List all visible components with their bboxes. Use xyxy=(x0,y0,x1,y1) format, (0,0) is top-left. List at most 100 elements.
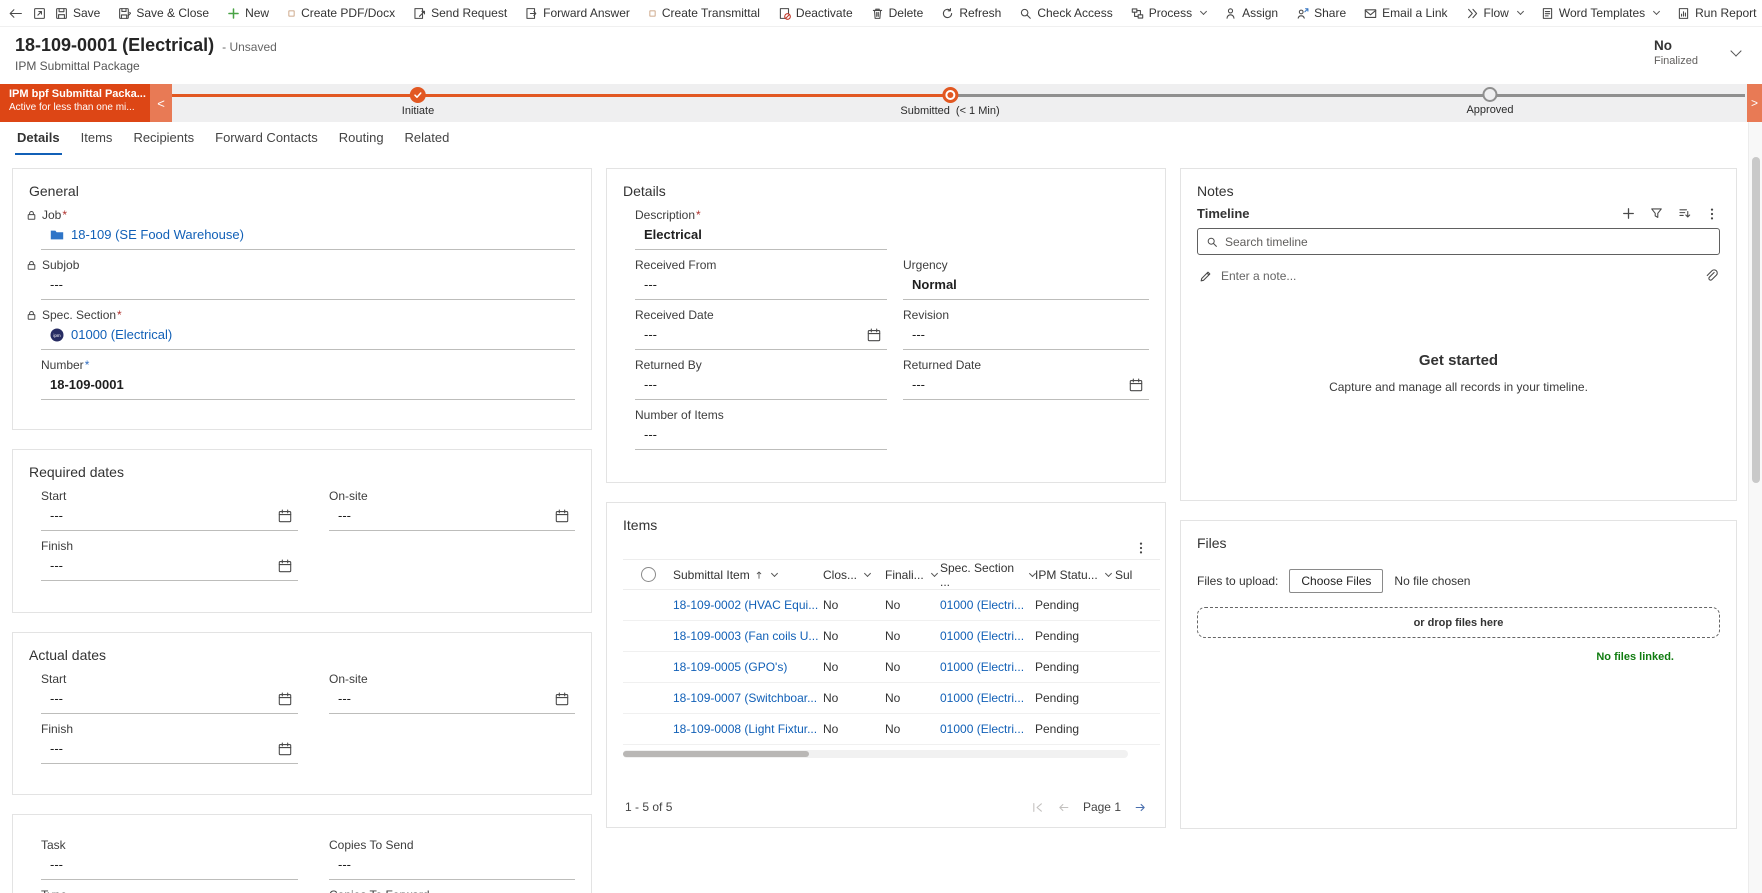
choose-files-button[interactable]: Choose Files xyxy=(1289,569,1384,593)
actual-finish-date-input[interactable]: --- xyxy=(41,739,298,764)
calendar-icon[interactable] xyxy=(867,328,881,342)
check-access-button[interactable]: Check Access xyxy=(1010,0,1121,26)
paperclip-icon[interactable] xyxy=(1704,269,1718,283)
note-entry-row[interactable] xyxy=(1197,266,1720,286)
table-row[interactable]: 18-109-0003 (Fan coils U... No No 01000 … xyxy=(623,621,1160,652)
actual-start-date-input[interactable]: --- xyxy=(41,689,298,714)
spec-section-link[interactable]: 01000 (Electri... xyxy=(940,722,1035,736)
new-button[interactable]: New xyxy=(218,0,278,26)
task-value[interactable]: --- xyxy=(41,855,298,880)
grid-horizontal-scrollbar[interactable] xyxy=(623,750,1128,758)
returned-date-input[interactable]: --- xyxy=(903,375,1149,400)
table-row[interactable]: 18-109-0005 (GPO's) No No 01000 (Electri… xyxy=(623,652,1160,683)
column-header-submittal-item[interactable]: Submittal Item xyxy=(673,568,823,582)
calendar-icon[interactable] xyxy=(555,692,569,706)
bpf-scroll-right-button[interactable]: > xyxy=(1747,84,1762,122)
run-report-button[interactable]: Run Report xyxy=(1668,0,1762,26)
submittal-item-link[interactable]: 18-109-0003 (Fan coils U... xyxy=(673,629,823,643)
required-onsite-date-input[interactable]: --- xyxy=(329,506,575,531)
returned-by-value[interactable]: --- xyxy=(635,375,887,400)
column-header-finalized[interactable]: Finali... xyxy=(885,568,940,582)
more-options-icon[interactable] xyxy=(1706,207,1718,221)
calendar-icon[interactable] xyxy=(278,509,292,523)
share-button[interactable]: Share xyxy=(1287,0,1355,26)
bpf-name-box[interactable]: IPM bpf Submittal Packa... Active for le… xyxy=(0,84,150,122)
bpf-collapse-button[interactable]: < xyxy=(150,84,172,122)
bpf-stage-submitted[interactable]: Submitted (< 1 Min) xyxy=(900,87,1000,117)
calendar-icon[interactable] xyxy=(278,559,292,573)
tab-routing[interactable]: Routing xyxy=(337,122,386,155)
calendar-icon[interactable] xyxy=(278,742,292,756)
submittal-item-link[interactable]: 18-109-0008 (Light Fixtur... xyxy=(673,722,823,736)
number-of-items-value[interactable]: --- xyxy=(635,425,887,450)
popout-button[interactable] xyxy=(33,0,46,26)
back-button[interactable] xyxy=(8,0,23,26)
calendar-icon[interactable] xyxy=(1129,378,1143,392)
page-vertical-scrollbar[interactable] xyxy=(1748,122,1762,893)
calendar-icon[interactable] xyxy=(278,692,292,706)
tab-related[interactable]: Related xyxy=(403,122,452,155)
assign-button[interactable]: Assign xyxy=(1215,0,1287,26)
job-lookup-value[interactable]: 18-109 (SE Food Warehouse) xyxy=(41,225,575,250)
column-header-submitted[interactable]: Sul xyxy=(1115,568,1160,582)
table-row[interactable]: 18-109-0002 (HVAC Equi... No No 01000 (E… xyxy=(623,590,1160,621)
next-page-icon[interactable] xyxy=(1134,801,1147,814)
submittal-item-link[interactable]: 18-109-0007 (Switchboar... xyxy=(673,691,823,705)
submittal-item-link[interactable]: 18-109-0002 (HVAC Equi... xyxy=(673,598,823,612)
create-pdf-button[interactable]: Create PDF/Docx xyxy=(278,0,404,26)
column-header-ipm-status[interactable]: IPM Statu... xyxy=(1035,568,1115,582)
header-expand-chevron-icon[interactable] xyxy=(1730,44,1742,57)
column-header-spec-section[interactable]: Spec. Section ... xyxy=(940,561,1037,589)
create-transmittal-button[interactable]: Create Transmittal xyxy=(639,0,769,26)
urgency-select[interactable]: Normal xyxy=(903,275,1149,300)
received-date-input[interactable]: --- xyxy=(635,325,887,350)
add-note-icon[interactable] xyxy=(1622,207,1635,220)
scrollbar-thumb[interactable] xyxy=(1752,157,1760,483)
spec-section-link[interactable]: 01000 (Electri... xyxy=(940,691,1035,705)
search-input[interactable] xyxy=(1225,234,1711,249)
table-row[interactable]: 18-109-0008 (Light Fixtur... No No 01000… xyxy=(623,714,1160,745)
spec-section-link[interactable]: 01000 (Electri... xyxy=(940,629,1035,643)
save-button[interactable]: Save xyxy=(46,0,109,26)
number-input[interactable]: 18-109-0001 xyxy=(41,375,575,400)
timeline-search-box[interactable] xyxy=(1197,228,1720,255)
required-start-date-input[interactable]: --- xyxy=(41,506,298,531)
spec-section-link[interactable]: 01000 (Electri... xyxy=(940,660,1035,674)
flow-button[interactable]: Flow xyxy=(1457,0,1532,26)
save-close-button[interactable]: Save & Close xyxy=(109,0,218,26)
deactivate-button[interactable]: Deactivate xyxy=(769,0,862,26)
tab-items[interactable]: Items xyxy=(79,122,115,155)
filter-icon[interactable] xyxy=(1650,207,1663,220)
file-drop-zone[interactable]: or drop files here xyxy=(1197,607,1720,638)
note-input[interactable] xyxy=(1221,269,1695,283)
refresh-button[interactable]: Refresh xyxy=(932,0,1010,26)
revision-value[interactable]: --- xyxy=(903,325,1149,350)
tab-forward-contacts[interactable]: Forward Contacts xyxy=(213,122,320,155)
received-from-value[interactable]: --- xyxy=(635,275,887,300)
spec-section-lookup-value[interactable]: ipm 01000 (Electrical) xyxy=(41,325,575,350)
actual-onsite-date-input[interactable]: --- xyxy=(329,689,575,714)
tab-recipients[interactable]: Recipients xyxy=(131,122,196,155)
process-button[interactable]: Process xyxy=(1122,0,1215,26)
description-input[interactable]: Electrical xyxy=(635,225,887,250)
email-link-button[interactable]: Email a Link xyxy=(1355,0,1456,26)
send-request-button[interactable]: Send Request xyxy=(404,0,516,26)
first-page-icon[interactable] xyxy=(1031,801,1044,814)
bpf-stage-initiate[interactable]: Initiate xyxy=(402,87,434,117)
select-all-checkbox[interactable] xyxy=(640,567,656,582)
required-finish-date-input[interactable]: --- xyxy=(41,556,298,581)
column-header-closed[interactable]: Clos... xyxy=(823,568,885,582)
word-templates-button[interactable]: Word Templates xyxy=(1532,0,1668,26)
submittal-item-link[interactable]: 18-109-0005 (GPO's) xyxy=(673,660,823,674)
table-row[interactable]: 18-109-0007 (Switchboar... No No 01000 (… xyxy=(623,683,1160,714)
delete-button[interactable]: Delete xyxy=(862,0,933,26)
subjob-value[interactable]: --- xyxy=(41,275,575,300)
more-commands-icon[interactable] xyxy=(1135,541,1147,555)
spec-section-link[interactable]: 01000 (Electri... xyxy=(940,598,1035,612)
tab-details[interactable]: Details xyxy=(15,122,62,155)
previous-page-icon[interactable] xyxy=(1057,801,1070,814)
sort-icon[interactable] xyxy=(1678,207,1691,220)
bpf-stage-approved[interactable]: Approved xyxy=(1466,87,1514,116)
forward-answer-button[interactable]: Forward Answer xyxy=(516,0,639,26)
scrollbar-thumb[interactable] xyxy=(623,751,809,757)
